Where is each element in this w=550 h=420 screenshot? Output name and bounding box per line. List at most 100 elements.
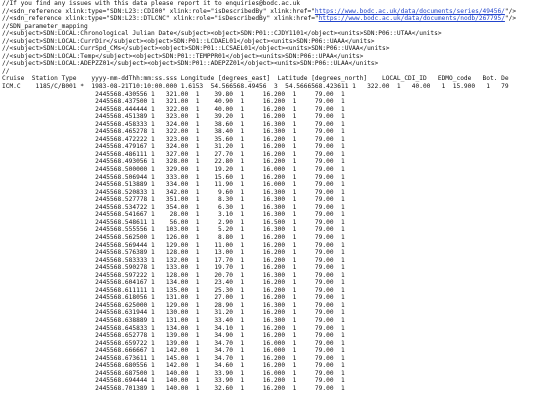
data-row-text: 2445568.548611 1 56.00 1 2.90 1 16.500 1… bbox=[2, 218, 345, 226]
data-row-text: 2445568.652778 1 139.00 1 34.90 1 16.200… bbox=[2, 332, 345, 340]
header-text: //<sdn_reference xlink:type="SDN:L23::CD… bbox=[2, 7, 315, 15]
data-row: 2445568.479167 1 324.00 1 31.20 1 16.200… bbox=[0, 143, 550, 151]
metadata-header: //If you find any issues with this data … bbox=[0, 0, 550, 75]
data-row-text: 2445568.472222 1 323.00 1 35.60 1 16.200… bbox=[2, 135, 345, 143]
reference-link[interactable]: https://www.bodc.ac.uk/data/documents/no… bbox=[319, 15, 505, 22]
data-row: 2445568.694444 1 140.00 1 33.90 1 16.200… bbox=[0, 377, 550, 385]
data-row-text: 2445568.465278 1 322.00 1 38.40 1 16.300… bbox=[2, 128, 345, 136]
data-rows: 2445568.430556 1 321.00 1 39.80 1 16.200… bbox=[0, 91, 550, 393]
data-row-text: 2445568.583333 1 132.00 1 17.70 1 16.200… bbox=[2, 256, 345, 264]
data-row: 2445568.513889 1 334.00 1 11.90 1 16.000… bbox=[0, 181, 550, 189]
data-row-text: 2445568.430556 1 321.00 1 39.80 1 16.200… bbox=[2, 90, 345, 98]
data-row: 2445568.659722 1 139.00 1 34.70 1 16.000… bbox=[0, 340, 550, 348]
data-row-text: 2445568.500000 1 329.00 1 19.20 1 16.000… bbox=[2, 166, 345, 174]
data-row: 2445568.576389 1 128.00 1 13.00 1 16.200… bbox=[0, 249, 550, 257]
data-row: 2445568.500000 1 329.00 1 19.20 1 16.000… bbox=[0, 166, 550, 174]
data-row: 2445568.527778 1 351.00 1 8.30 1 16.300 … bbox=[0, 196, 550, 204]
header-text: // bbox=[2, 67, 10, 75]
data-row-text: 2445568.611111 1 135.00 1 25.30 1 16.200… bbox=[2, 286, 345, 294]
data-row: 2445568.611111 1 135.00 1 25.30 1 16.200… bbox=[0, 287, 550, 295]
header-line: //<subject>SDN:LOCAL:Chronological Julia… bbox=[0, 30, 550, 38]
data-row: 2445568.555556 1 103.00 1 5.20 1 16.300 … bbox=[0, 226, 550, 234]
data-row-text: 2445568.506944 1 333.00 1 15.60 1 16.200… bbox=[2, 173, 345, 181]
header-text: //SDN_parameter_mapping bbox=[2, 22, 88, 30]
data-row: 2445568.604167 1 134.00 1 23.40 1 16.200… bbox=[0, 279, 550, 287]
column-header-row: Cruise Station Type yyyy-mm-ddThh:mm:ss.… bbox=[2, 75, 509, 83]
data-row: 2445568.486111 1 327.00 1 27.70 1 16.200… bbox=[0, 151, 550, 159]
data-row: 2445568.451389 1 323.00 1 39.20 1 16.200… bbox=[0, 113, 550, 121]
data-row: 2445568.680556 1 142.00 1 34.60 1 16.200… bbox=[0, 362, 550, 370]
header-line: //<subject>SDN:LOCAL:CurrSpd_CMs</subjec… bbox=[0, 45, 550, 53]
header-text: "/> bbox=[504, 15, 517, 23]
data-row: 2445568.548611 1 56.00 1 2.90 1 16.500 1… bbox=[0, 219, 550, 227]
data-row: 2445568.652778 1 139.00 1 34.90 1 16.200… bbox=[0, 332, 550, 340]
data-row: 2445568.666667 1 142.00 1 34.70 1 16.000… bbox=[0, 347, 550, 355]
header-text: //<subject>SDN:LOCAL:CurrDir</subject><o… bbox=[2, 37, 375, 45]
data-row-text: 2445568.659722 1 139.00 1 34.70 1 16.000… bbox=[2, 339, 345, 347]
data-row-text: 2445568.479167 1 324.00 1 31.20 1 16.200… bbox=[2, 143, 345, 151]
data-row-text: 2445568.680556 1 142.00 1 34.60 1 16.200… bbox=[2, 362, 345, 370]
data-row: 2445568.645833 1 134.00 1 34.10 1 16.200… bbox=[0, 325, 550, 333]
data-row-text: 2445568.590278 1 133.00 1 19.70 1 16.200… bbox=[2, 264, 345, 272]
data-row: 2445568.583333 1 132.00 1 17.70 1 16.200… bbox=[0, 257, 550, 265]
data-row-text: 2445568.638889 1 131.00 1 33.40 1 16.300… bbox=[2, 316, 345, 324]
data-row: 2445568.673611 1 145.00 1 34.70 1 16.200… bbox=[0, 355, 550, 363]
data-row: 2445568.541667 1 28.00 1 3.10 1 16.300 1… bbox=[0, 211, 550, 219]
header-line: //<subject>SDN:LOCAL:Temp</subject><obje… bbox=[0, 53, 550, 61]
data-row-text: 2445568.520833 1 342.00 1 9.60 1 16.300 … bbox=[2, 188, 345, 196]
header-line: //<sdn_reference xlink:type="SDN:L23::CD… bbox=[0, 8, 550, 16]
data-row: 2445568.597222 1 128.00 1 20.70 1 16.300… bbox=[0, 272, 550, 280]
data-row-text: 2445568.486111 1 327.00 1 27.70 1 16.200… bbox=[2, 150, 345, 158]
data-row-text: 2445568.618056 1 131.00 1 27.00 1 16.200… bbox=[2, 294, 345, 302]
data-row-text: 2445568.555556 1 103.00 1 5.20 1 16.300 … bbox=[2, 226, 345, 234]
first-data-row: ICM.C 1185/C/B001 * 1983-08-21T10:10:00.… bbox=[2, 83, 509, 91]
header-line: //SDN_parameter_mapping bbox=[0, 23, 550, 31]
data-row-text: 2445568.631944 1 130.00 1 31.20 1 16.200… bbox=[2, 309, 345, 317]
data-row-text: 2445568.527778 1 351.00 1 8.30 1 16.300 … bbox=[2, 196, 345, 204]
data-row: 2445568.631944 1 130.00 1 31.20 1 16.200… bbox=[0, 309, 550, 317]
header-line: //<subject>SDN:LOCAL:ADEPZZ01</subject><… bbox=[0, 60, 550, 68]
data-row-text: 2445568.562500 1 126.00 1 8.80 1 16.200 … bbox=[2, 233, 345, 241]
header-text: "/> bbox=[504, 7, 517, 15]
data-row: 2445568.701389 1 140.00 1 32.60 1 16.200… bbox=[0, 385, 550, 393]
data-row-text: 2445568.701389 1 140.00 1 32.60 1 16.200… bbox=[2, 384, 345, 392]
data-row: 2445568.472222 1 323.00 1 35.60 1 16.200… bbox=[0, 136, 550, 144]
text-document: //If you find any issues with this data … bbox=[0, 0, 550, 420]
data-row-text: 2445568.534722 1 354.00 1 6.30 1 16.300 … bbox=[2, 203, 345, 211]
header-text: //<sdn_reference xlink:type="SDN:L23::DT… bbox=[2, 15, 319, 23]
data-row-text: 2445568.687500 1 140.00 1 33.90 1 16.000… bbox=[2, 369, 345, 377]
data-row: 2445568.590278 1 133.00 1 19.70 1 16.200… bbox=[0, 264, 550, 272]
data-row-text: 2445568.493056 1 328.00 1 22.80 1 16.200… bbox=[2, 158, 345, 166]
header-line: // bbox=[0, 68, 550, 76]
data-row-text: 2445568.673611 1 145.00 1 34.70 1 16.200… bbox=[2, 354, 345, 362]
header-line: //<subject>SDN:LOCAL:CurrDir</subject><o… bbox=[0, 38, 550, 46]
header-text: //<subject>SDN:LOCAL:ADEPZZ01</subject><… bbox=[2, 60, 379, 68]
data-row: 2445568.638889 1 131.00 1 33.40 1 16.300… bbox=[0, 317, 550, 325]
data-row: 2445568.534722 1 354.00 1 6.30 1 16.300 … bbox=[0, 204, 550, 212]
data-row-text: 2445568.694444 1 140.00 1 33.90 1 16.200… bbox=[2, 377, 345, 385]
data-row: 2445568.506944 1 333.00 1 15.60 1 16.200… bbox=[0, 174, 550, 182]
header-text: //<subject>SDN:LOCAL:Temp</subject><obje… bbox=[2, 52, 364, 60]
data-row: 2445568.618056 1 131.00 1 27.00 1 16.200… bbox=[0, 294, 550, 302]
data-row: 2445568.430556 1 321.00 1 39.80 1 16.200… bbox=[0, 91, 550, 99]
data-row: 2445568.493056 1 328.00 1 22.80 1 16.200… bbox=[0, 158, 550, 166]
data-row-text: 2445568.625000 1 129.00 1 28.90 1 16.300… bbox=[2, 301, 345, 309]
data-row-text: 2445568.569444 1 129.00 1 11.00 1 16.200… bbox=[2, 241, 345, 249]
header-text: //If you find any issues with this data … bbox=[2, 0, 301, 7]
data-row-text: 2445568.458333 1 324.00 1 38.60 1 16.300… bbox=[2, 120, 345, 128]
data-row-text: 2445568.597222 1 128.00 1 20.70 1 16.300… bbox=[2, 271, 345, 279]
reference-link[interactable]: https://www.bodc.ac.uk/data/documents/se… bbox=[315, 8, 505, 15]
data-row-text: 2445568.451389 1 323.00 1 39.20 1 16.200… bbox=[2, 113, 345, 121]
data-row: 2445568.687500 1 140.00 1 33.90 1 16.000… bbox=[0, 370, 550, 378]
data-row-text: 2445568.541667 1 28.00 1 3.10 1 16.300 1… bbox=[2, 211, 345, 219]
data-row-text: 2445568.666667 1 142.00 1 34.70 1 16.000… bbox=[2, 347, 345, 355]
data-row: 2445568.465278 1 322.00 1 38.40 1 16.300… bbox=[0, 128, 550, 136]
data-row-text: 2445568.513889 1 334.00 1 11.90 1 16.000… bbox=[2, 181, 345, 189]
data-row-text: 2445568.645833 1 134.00 1 34.10 1 16.200… bbox=[2, 324, 345, 332]
data-row-text: 2445568.444444 1 322.00 1 40.00 1 16.200… bbox=[2, 105, 345, 113]
data-row: 2445568.437500 1 321.00 1 40.90 1 16.200… bbox=[0, 98, 550, 106]
header-text: //<subject>SDN:LOCAL:CurrSpd_CMs</subjec… bbox=[2, 45, 390, 53]
data-row: 2445568.444444 1 322.00 1 40.00 1 16.200… bbox=[0, 106, 550, 114]
data-row-text: 2445568.437500 1 321.00 1 40.90 1 16.200… bbox=[2, 98, 345, 106]
data-row: 2445568.458333 1 324.00 1 38.60 1 16.300… bbox=[0, 121, 550, 129]
